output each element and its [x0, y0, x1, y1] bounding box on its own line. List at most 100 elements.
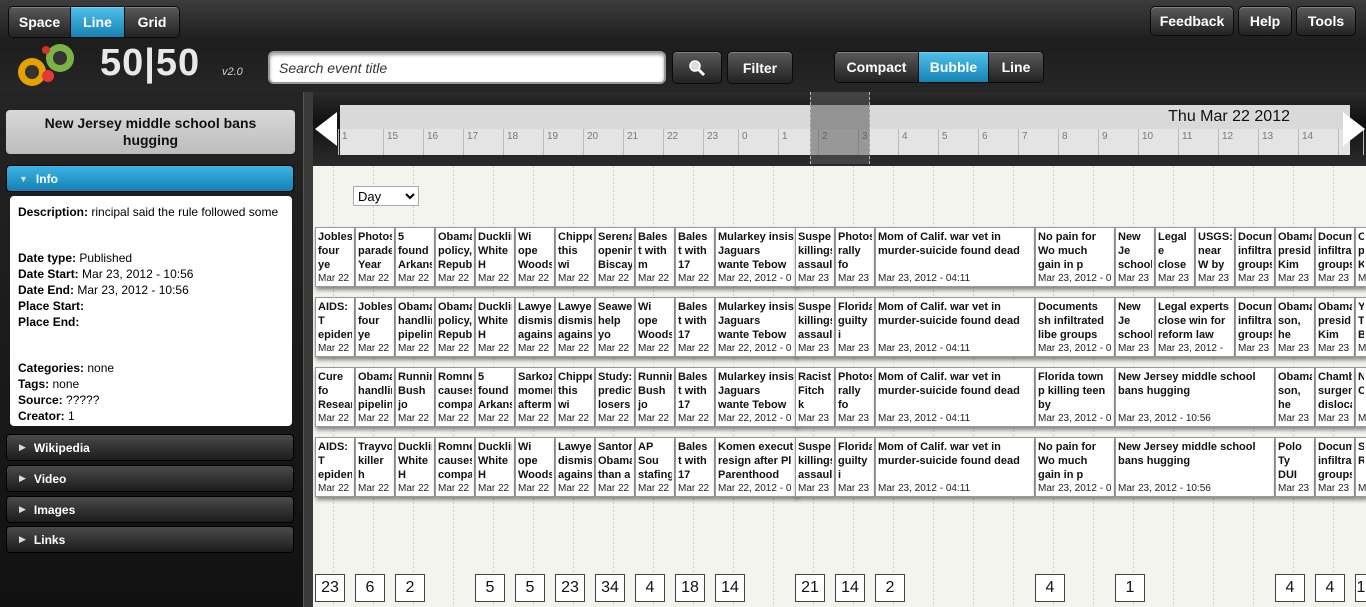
- scroll-right-arrow-icon[interactable]: [1343, 112, 1365, 146]
- event-card[interactable]: O p KM: [1355, 227, 1366, 287]
- event-card[interactable]: Mom of Calif. war vet in murder-suicide …: [875, 297, 1035, 357]
- zoom-level-select[interactable]: Day: [353, 186, 419, 206]
- event-card[interactable]: Komen execut resign after Pl Parenthood …: [715, 437, 797, 497]
- event-card[interactable]: AIDS: T epiden forgot Mar 22: [315, 437, 355, 497]
- event-card[interactable]: Obama son, he Trayvo Mar 23: [1275, 297, 1315, 357]
- compact-mode-button[interactable]: Compact: [835, 52, 919, 82]
- event-count-box[interactable]: 14: [715, 574, 745, 602]
- event-count-box[interactable]: 5: [475, 574, 505, 602]
- event-count-box[interactable]: 14: [835, 574, 865, 602]
- event-card[interactable]: Legal experts close win for reform law Ma…: [1155, 297, 1235, 357]
- section-info[interactable]: ▼ Info: [6, 165, 294, 192]
- event-card[interactable]: Docum infiltrat groups Mar 23: [1235, 227, 1275, 287]
- event-card[interactable]: Study: predict losers Mar 22: [595, 367, 635, 427]
- event-card[interactable]: Mom of Calif. war vet in murder-suicide …: [875, 227, 1035, 287]
- event-card[interactable]: Duckling White H guards Mar 22: [395, 437, 435, 497]
- event-card[interactable]: Docum infiltrat groups Mar 23: [1315, 437, 1355, 497]
- event-card[interactable]: Runnin Bush jo Mar 22: [635, 367, 675, 427]
- event-card[interactable]: Trayvo killer h brushe Mar 22: [355, 437, 395, 497]
- event-card[interactable]: Racist Fitch k sparks Mar 23: [795, 367, 835, 427]
- event-card[interactable]: 5 found Arkansas Mar 22: [395, 227, 435, 287]
- event-card[interactable]: Santor Obama than a Mar 22: [595, 437, 635, 497]
- event-card[interactable]: Obama handlin pipelin Mar 22: [355, 367, 395, 427]
- bubble-mode-button[interactable]: Bubble: [919, 52, 989, 82]
- event-card[interactable]: Documents sh infiltrated libe groups Mar …: [1035, 297, 1115, 357]
- event-card[interactable]: Romne causes compa Mar 22: [435, 437, 475, 497]
- event-card[interactable]: Bales t with 17 murde Mar 22: [675, 227, 715, 287]
- event-card[interactable]: 5 found Arkansas Mar 22: [475, 367, 515, 427]
- event-card[interactable]: Duckling White H guards Mar 22: [475, 437, 515, 497]
- event-card[interactable]: Runnin Bush jo Mar 22: [395, 367, 435, 427]
- event-count-box[interactable]: 2: [395, 574, 425, 602]
- section-video[interactable]: ▶ Video: [6, 465, 294, 492]
- search-button[interactable]: [672, 51, 722, 84]
- event-card[interactable]: Photos rally fo was sh Mar 23: [835, 227, 875, 287]
- line-mode-button[interactable]: Line: [989, 52, 1043, 82]
- event-card[interactable]: Bales t with 17 murde Mar 22: [675, 297, 715, 357]
- event-card[interactable]: Obama policy, Republ Mar 22: [435, 297, 475, 357]
- event-count-box[interactable]: 23: [315, 574, 345, 602]
- event-count-box[interactable]: 4: [1035, 574, 1065, 602]
- event-card[interactable]: Florida guilty i hackin Mar 23: [835, 437, 875, 497]
- event-card[interactable]: Photos rally fo was sh Mar 23: [835, 367, 875, 427]
- event-card[interactable]: Obama presid Kim fo Mar 23: [1275, 227, 1315, 287]
- event-card[interactable]: Lawye dismis agains Mar 22: [555, 297, 595, 357]
- feedback-button[interactable]: Feedback: [1150, 6, 1234, 36]
- event-count-box[interactable]: 2: [875, 574, 905, 602]
- event-card[interactable]: New Je school Mar 23: [1115, 227, 1155, 287]
- event-card[interactable]: Wi ope Woods Hill Mar 22: [635, 297, 675, 357]
- event-card[interactable]: Legal e close w reform Mar 23: [1155, 227, 1195, 287]
- grid-tab[interactable]: Grid: [125, 7, 179, 37]
- event-card[interactable]: Mularkey insis Jaguars wante Tebow Mar 22…: [715, 297, 797, 357]
- event-card[interactable]: Romne causes compa Mar 22: [435, 367, 475, 427]
- event-card[interactable]: N OM: [1355, 367, 1366, 427]
- event-count-box[interactable]: 1: [1115, 574, 1145, 602]
- space-tab[interactable]: Space: [9, 7, 71, 37]
- event-card[interactable]: Wi ope Woods Hill Mar 22: [515, 227, 555, 287]
- event-card[interactable]: Bales t with 17 murde Mar 22: [675, 437, 715, 497]
- event-card[interactable]: Docum infiltrat groups Mar 23: [1235, 297, 1275, 357]
- event-card[interactable]: Obama handlin pipelin Mar 22: [395, 297, 435, 357]
- event-card[interactable]: Wi ope Woods Hill Mar 22: [515, 437, 555, 497]
- event-card[interactable]: AIDS: T epiden forgot Mar 22: [315, 297, 355, 357]
- event-card[interactable]: Bales t with m killings Mar 22: [635, 227, 675, 287]
- line-tab[interactable]: Line: [71, 7, 125, 37]
- help-button[interactable]: Help: [1238, 6, 1292, 36]
- event-card[interactable]: Cure fo Resear promis Mar 22: [315, 367, 355, 427]
- section-links[interactable]: ▶ Links: [6, 526, 294, 553]
- event-card[interactable]: New Jersey middle school bans hugging Mar…: [1115, 367, 1275, 427]
- scroll-left-arrow-icon[interactable]: [315, 112, 337, 146]
- event-card[interactable]: Docum infiltrat groups Mar 23: [1315, 227, 1355, 287]
- event-card[interactable]: Jobles four ye Mar 22: [355, 297, 395, 357]
- event-card[interactable]: Obama policy, Republ Mar 22: [435, 227, 475, 287]
- event-card[interactable]: Mularkey insis Jaguars wante Tebow Mar 22…: [715, 367, 797, 427]
- event-card[interactable]: USGS: near W by boo Mar 23: [1195, 227, 1235, 287]
- event-card[interactable]: Bales t with 17 murde Mar 22: [675, 367, 715, 427]
- event-count-box[interactable]: 4: [1275, 574, 1305, 602]
- event-card[interactable]: No pain for Wo much gain in p Mar 23, 201…: [1035, 437, 1115, 497]
- event-card[interactable]: Y T BM: [1355, 297, 1366, 357]
- section-wikipedia[interactable]: ▶ Wikipedia: [6, 434, 294, 461]
- event-card[interactable]: Obama presid Kim fo Mar 23: [1315, 297, 1355, 357]
- event-card[interactable]: Photos parade Year Mar 22: [355, 227, 395, 287]
- event-count-box[interactable]: 5: [515, 574, 545, 602]
- event-count-box[interactable]: 4: [1315, 574, 1345, 602]
- event-card[interactable]: Duckling White H guards Mar 22: [475, 297, 515, 357]
- event-count-box[interactable]: 34: [595, 574, 625, 602]
- event-card[interactable]: Obama son, he Trayvo Mar 23: [1275, 367, 1315, 427]
- event-card[interactable]: Mom of Calif. war vet in murder-suicide …: [875, 367, 1035, 427]
- event-count-box[interactable]: 21: [795, 574, 825, 602]
- event-card[interactable]: AP Sou stafing stages Mar 22: [635, 437, 675, 497]
- event-count-box[interactable]: 1: [1355, 574, 1366, 602]
- event-card[interactable]: Chippe this wi season Mar 22: [555, 367, 595, 427]
- event-count-box[interactable]: 23: [555, 574, 585, 602]
- event-card[interactable]: Lawye dismis agains Mar 22: [555, 437, 595, 497]
- event-card[interactable]: Chippe this wi season Mar 22: [555, 227, 595, 287]
- event-card[interactable]: Florida town p killing teen by neighborh…: [1035, 367, 1115, 427]
- panel-scrollbar[interactable]: [303, 92, 313, 607]
- search-input[interactable]: [268, 51, 666, 84]
- tools-button[interactable]: Tools: [1296, 6, 1356, 36]
- event-card[interactable]: Sarkoz momen afterm Mar 22: [515, 367, 555, 427]
- event-card[interactable]: Suspe killings assaul Mar 23: [795, 297, 835, 357]
- event-card[interactable]: Chamb surgen disloca Mar 23: [1315, 367, 1355, 427]
